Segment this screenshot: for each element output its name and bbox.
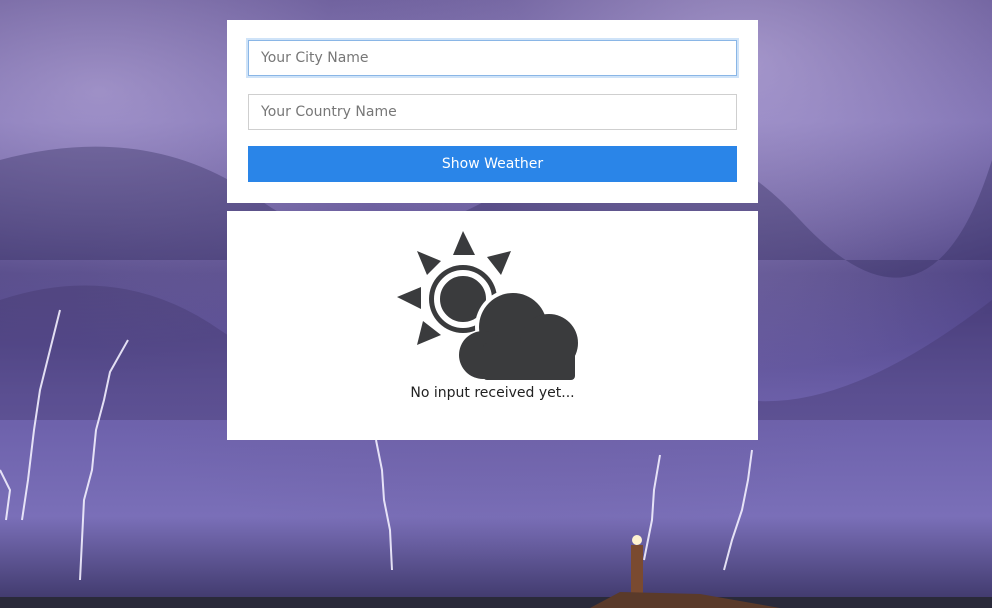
search-form-panel: Show Weather	[227, 20, 758, 203]
city-name-input[interactable]	[248, 40, 737, 76]
partly-cloudy-icon	[397, 231, 587, 383]
show-weather-button[interactable]: Show Weather	[248, 146, 737, 182]
status-message: No input received yet...	[410, 385, 575, 401]
weather-result-panel: No input received yet...	[227, 211, 758, 440]
country-name-input[interactable]	[248, 94, 737, 130]
